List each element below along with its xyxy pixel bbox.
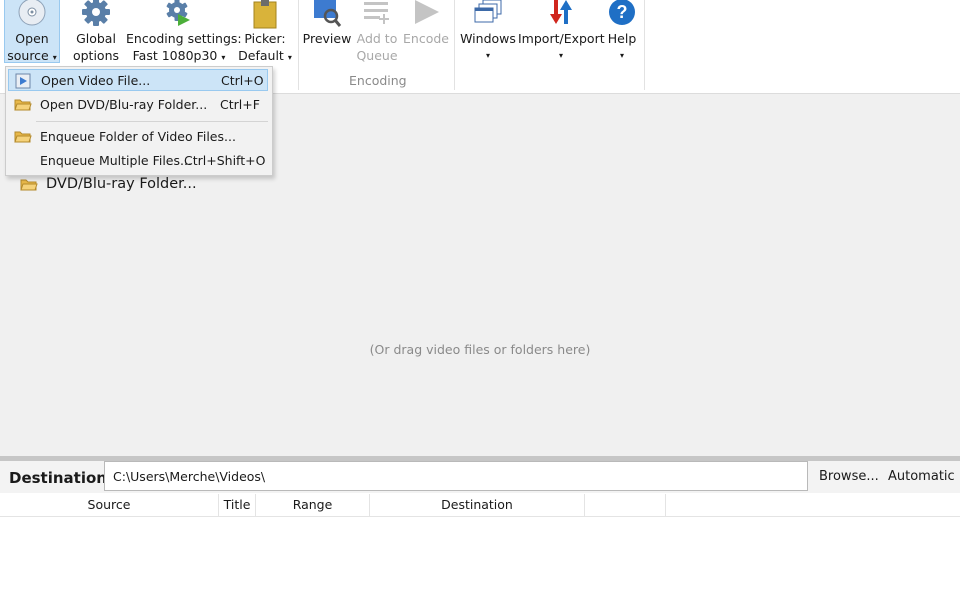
open-source-line2: source xyxy=(7,48,49,63)
help-button[interactable]: ? Help ▾ xyxy=(604,0,640,64)
encoding-settings-icon xyxy=(166,0,190,26)
menu-item-label: Open Video File... xyxy=(41,73,151,88)
queue-table-header: Source Title Range Destination xyxy=(0,494,960,517)
open-source-line1: Open xyxy=(15,31,49,46)
global-options-button[interactable]: Global options xyxy=(66,0,126,64)
encode-label: Encode xyxy=(403,31,449,46)
menu-item-open-video-file[interactable]: Open Video File... Ctrl+O xyxy=(8,69,268,91)
open-source-button[interactable]: Open source ▾ xyxy=(4,0,60,63)
menu-item-shortcut: Ctrl+O xyxy=(221,73,264,88)
import-export-icon xyxy=(550,0,572,24)
ribbon-separator xyxy=(454,0,455,90)
chevron-down-icon: ▾ xyxy=(287,53,292,62)
destination-label: Destination: xyxy=(9,469,113,487)
svg-text:?: ? xyxy=(617,2,628,22)
clipboard-icon xyxy=(253,0,277,29)
windows-icon xyxy=(474,0,502,23)
queue-list xyxy=(0,517,960,600)
dvd-folder-label: DVD/Blu-ray Folder... xyxy=(46,176,197,192)
chevron-down-icon: ▾ xyxy=(485,51,490,60)
encoding-settings-button[interactable]: Encoding settings: Fast 1080p30 ▾ xyxy=(126,0,242,66)
column-header-source[interactable]: Source xyxy=(0,494,219,516)
picker-line2: Default xyxy=(238,48,284,63)
menu-item-enqueue-multiple[interactable]: Enqueue Multiple Files... Ctrl+Shift+O xyxy=(8,150,268,172)
windows-label: Windows xyxy=(460,31,516,46)
add-to-queue-icon xyxy=(364,2,389,24)
menu-separator xyxy=(36,121,268,122)
add-to-queue-line2: Queue xyxy=(356,48,398,63)
encode-button[interactable]: Encode xyxy=(402,0,450,47)
help-icon: ? xyxy=(609,0,635,25)
windows-button[interactable]: Windows ▾ xyxy=(458,0,518,64)
chevron-down-icon: ▾ xyxy=(619,51,624,60)
picker-line1: Picker: xyxy=(244,31,286,46)
import-export-button[interactable]: Import/Export ▾ xyxy=(518,0,605,64)
menu-item-enqueue-folder[interactable]: Enqueue Folder of Video Files... xyxy=(8,126,268,148)
ribbon-separator xyxy=(644,0,645,90)
open-source-menu: Open Video File... Ctrl+O Open DVD/Blu-r… xyxy=(5,66,273,176)
import-export-label: Import/Export xyxy=(518,31,605,46)
menu-item-shortcut: Ctrl+Shift+O xyxy=(184,153,266,168)
ribbon-separator xyxy=(298,0,299,90)
destination-bar: Destination: C:\Users\Merche\Videos\ Bro… xyxy=(0,461,960,493)
preview-icon xyxy=(314,0,342,27)
column-header-range[interactable]: Range xyxy=(256,494,370,516)
automatic-button[interactable]: Automatic xyxy=(888,469,955,484)
add-to-queue-button[interactable]: Add to Queue xyxy=(352,0,402,64)
chevron-down-icon: ▾ xyxy=(52,53,57,62)
menu-item-shortcut: Ctrl+F xyxy=(220,97,260,112)
encoding-settings-line1: Encoding settings: xyxy=(126,31,242,46)
dvd-folder-option[interactable]: DVD/Blu-ray Folder... xyxy=(20,176,197,192)
folder-icon xyxy=(14,99,32,111)
menu-item-open-dvd-folder[interactable]: Open DVD/Blu-ray Folder... Ctrl+F xyxy=(8,94,268,116)
encoding-group-label: Encoding xyxy=(349,73,407,88)
menu-item-label: Enqueue Multiple Files... xyxy=(40,153,192,168)
drag-hint-text: (Or drag video files or folders here) xyxy=(369,342,591,357)
chevron-down-icon: ▾ xyxy=(558,51,563,60)
global-options-line1: Global xyxy=(76,31,116,46)
menu-item-label: Enqueue Folder of Video Files... xyxy=(40,129,236,144)
column-header-blank[interactable] xyxy=(585,494,666,516)
folder-icon xyxy=(20,179,38,190)
video-file-icon xyxy=(15,73,31,89)
column-header-title[interactable]: Title xyxy=(219,494,256,516)
column-header-destination[interactable]: Destination xyxy=(370,494,585,516)
menu-item-label: Open DVD/Blu-ray Folder... xyxy=(40,97,208,112)
destination-input[interactable]: C:\Users\Merche\Videos\ xyxy=(104,461,808,491)
gear-icon xyxy=(82,0,110,26)
play-icon xyxy=(415,0,439,24)
preview-button[interactable]: Preview xyxy=(302,0,352,47)
browse-button[interactable]: Browse... xyxy=(819,469,879,484)
encoding-settings-line2: Fast 1080p30 xyxy=(132,48,218,63)
chevron-down-icon: ▾ xyxy=(221,53,226,62)
picker-button[interactable]: Picker: Default ▾ xyxy=(236,0,294,66)
folder-icon xyxy=(14,131,32,143)
add-to-queue-line1: Add to xyxy=(356,31,398,46)
disc-icon xyxy=(18,0,46,26)
global-options-line2: options xyxy=(72,48,120,63)
preview-label: Preview xyxy=(302,31,352,46)
help-label: Help xyxy=(607,31,637,46)
